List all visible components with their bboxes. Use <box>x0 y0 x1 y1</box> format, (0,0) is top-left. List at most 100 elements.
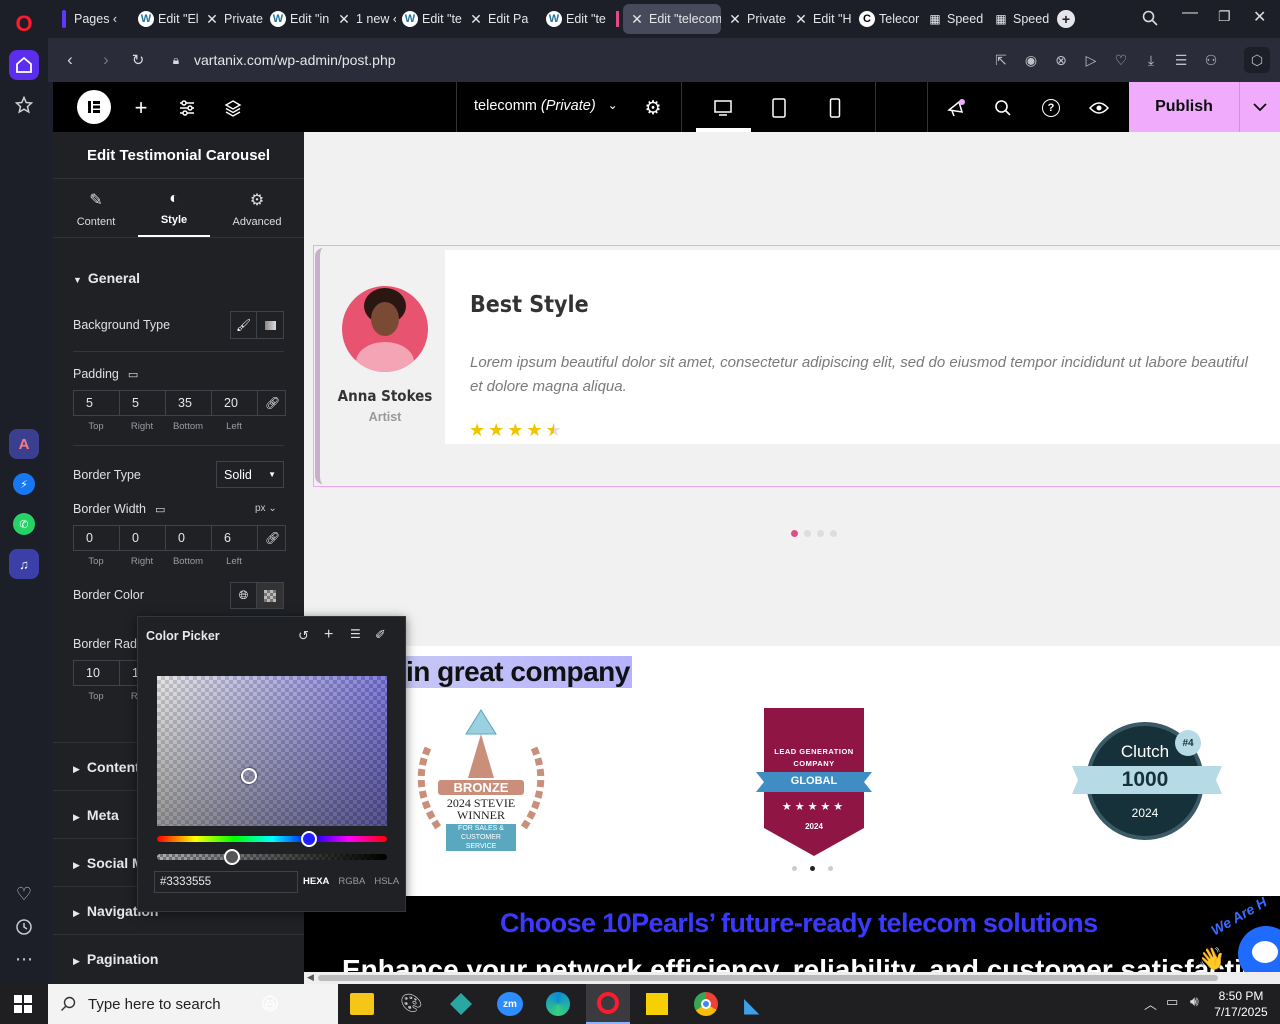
vscode-icon[interactable]: ◣ <box>744 993 759 1018</box>
hue-slider[interactable] <box>157 831 387 847</box>
horizontal-scrollbar[interactable]: ◀ <box>304 972 1280 984</box>
pagination-dot[interactable] <box>830 530 837 537</box>
browser-tab[interactable]: W Edit "te <box>396 4 462 34</box>
border-type-select[interactable]: Solid ▼ <box>216 461 284 488</box>
section-general-toggle[interactable]: ▼ General <box>73 270 140 286</box>
help-question-icon[interactable]: ? <box>1039 96 1063 120</box>
preview-eye-icon[interactable] <box>1087 96 1111 120</box>
brush-icon[interactable]: 🖌︎ <box>231 312 258 338</box>
saturation-handle[interactable] <box>241 768 257 784</box>
browser-tab[interactable]: ▦ Speed <box>987 4 1053 34</box>
section-social-toggle[interactable]: ▶ Social M <box>73 855 144 871</box>
opacity-slider[interactable] <box>157 849 387 865</box>
add-global-color-icon[interactable]: + <box>324 626 333 644</box>
global-colors-icon[interactable]: 🌐︎ <box>231 583 258 608</box>
padding-bottom-input[interactable]: 35 <box>166 391 212 415</box>
extension-cube-icon[interactable]: ⬡ <box>1244 47 1270 73</box>
add-element-icon[interactable]: + <box>129 95 153 120</box>
global-colors-stack-icon[interactable]: ☰ <box>350 627 361 641</box>
padding-left-input[interactable]: 20 <box>212 391 258 415</box>
border-width-left-input[interactable]: 6 <box>212 526 258 550</box>
format-rgba[interactable]: RGBA <box>338 876 365 887</box>
send-icon[interactable]: ▷ <box>1082 51 1100 69</box>
easy-setup-icon[interactable]: ☰ <box>1172 51 1190 69</box>
profile-icon[interactable]: ⚇ <box>1202 51 1220 69</box>
border-radius-top-input[interactable]: 10 <box>74 661 120 685</box>
windows-start-icon[interactable] <box>14 995 32 1018</box>
chrome-icon[interactable] <box>694 992 718 1016</box>
link-values-icon[interactable]: 🔗︎ <box>258 391 285 415</box>
hue-handle[interactable] <box>301 831 317 847</box>
file-explorer-icon[interactable] <box>350 993 374 1015</box>
gradient-icon[interactable] <box>257 312 283 338</box>
tab-advanced[interactable]: ⚙ Advanced <box>217 190 297 228</box>
share-icon[interactable]: ⇱ <box>992 51 1010 69</box>
pagination-dot[interactable] <box>804 530 811 537</box>
padding-right-input[interactable]: 5 <box>120 391 166 415</box>
minimize-icon[interactable]: — <box>1182 4 1198 22</box>
taskbar-search-box[interactable]: Type here to search 😆 <box>48 984 338 1024</box>
edge-browser-icon[interactable] <box>546 992 570 1016</box>
publish-options-chevron-icon[interactable] <box>1239 82 1280 132</box>
forward-icon[interactable]: › <box>96 50 116 70</box>
bookmarks-star-icon[interactable] <box>9 90 39 120</box>
desktop-responsive-icon[interactable]: ▭ <box>128 369 138 381</box>
structure-layers-icon[interactable] <box>221 96 245 120</box>
zoom-app-icon[interactable]: zm <box>497 992 523 1016</box>
format-hsla[interactable]: HSLA <box>374 876 399 887</box>
pagination-dot-active[interactable] <box>791 530 798 537</box>
reload-icon[interactable]: ↻ <box>128 50 148 70</box>
show-hidden-icons-chevron-icon[interactable]: ︿ <box>1144 994 1157 1013</box>
pagination-dot[interactable] <box>792 866 797 871</box>
border-width-bottom-input[interactable]: 0 <box>166 526 212 550</box>
border-width-right-input[interactable]: 0 <box>120 526 166 550</box>
opera-taskbar-icon[interactable] <box>586 984 630 1024</box>
close-window-icon[interactable]: ✕ <box>1253 7 1266 27</box>
page-title-dropdown[interactable]: telecomm (Private) ⌄ <box>474 98 618 114</box>
saturation-area[interactable] <box>157 676 387 826</box>
elementor-logo-icon[interactable] <box>77 90 111 124</box>
heart-icon[interactable]: ♡ <box>9 879 39 909</box>
home-icon[interactable] <box>9 50 39 80</box>
back-icon[interactable]: ‹ <box>60 50 80 70</box>
messenger-icon[interactable]: ⚡ <box>9 469 39 499</box>
music-player-icon[interactable]: ♫ <box>9 549 39 579</box>
favorite-heart-icon[interactable]: ♡ <box>1112 51 1130 69</box>
pagination-dot[interactable] <box>817 530 824 537</box>
mobile-view-icon[interactable] <box>823 96 847 120</box>
browser-tab[interactable]: ✕ 1 new ‹ <box>330 4 396 34</box>
site-settings-sliders-icon[interactable] <box>175 96 199 120</box>
new-tab-button[interactable]: + <box>1053 4 1079 34</box>
restore-icon[interactable]: ❐ <box>1218 8 1231 25</box>
browser-tab[interactable]: ✕ Private <box>198 4 264 34</box>
section-content-toggle[interactable]: ▶ Content <box>73 759 140 775</box>
eyedropper-icon[interactable]: ✐ <box>375 627 386 643</box>
adblock-icon[interactable]: ⊗ <box>1052 51 1070 69</box>
browser-tab-active[interactable]: ✕ Edit "telecom <box>623 4 721 34</box>
network-icon[interactable]: ▭ <box>1166 994 1178 1010</box>
url-field[interactable]: vartanix.com/wp-admin/post.php <box>194 52 396 68</box>
pagination-dot-active[interactable] <box>810 866 815 871</box>
browser-tab[interactable]: ✕ Edit Pa <box>462 4 532 34</box>
whatsapp-icon[interactable]: ✆ <box>9 509 39 539</box>
color-swatch[interactable] <box>257 583 283 608</box>
page-settings-gear-icon[interactable]: ⚙ <box>641 96 665 120</box>
browser-tab[interactable]: W Edit "te <box>540 4 616 34</box>
desktop-view-icon[interactable] <box>711 96 735 120</box>
paint-app-icon[interactable]: 🎨︎ <box>400 993 423 1014</box>
browser-tab[interactable]: ✕ Private <box>721 4 787 34</box>
browser-tab[interactable]: C Telecor <box>853 4 921 34</box>
browser-tab[interactable]: W Edit "El <box>132 4 198 34</box>
clock[interactable]: 8:50 PM 7/17/2025 <box>1212 988 1270 1020</box>
download-icon[interactable]: ⤓ <box>1142 51 1160 69</box>
history-clock-icon[interactable] <box>9 912 39 942</box>
pagination-dot[interactable] <box>828 866 833 871</box>
tablet-view-icon[interactable] <box>767 96 791 120</box>
browser-tab[interactable]: ✕ Edit "H <box>787 4 853 34</box>
opacity-handle[interactable] <box>224 849 240 865</box>
tab-content[interactable]: ✎ Content <box>56 190 136 228</box>
section-pagination-toggle[interactable]: ▶ Pagination <box>73 951 158 967</box>
aria-ai-icon[interactable]: A <box>9 429 39 459</box>
app-diamond-icon[interactable] <box>450 993 472 1015</box>
unit-selector[interactable]: px ⌄ <box>255 503 277 514</box>
